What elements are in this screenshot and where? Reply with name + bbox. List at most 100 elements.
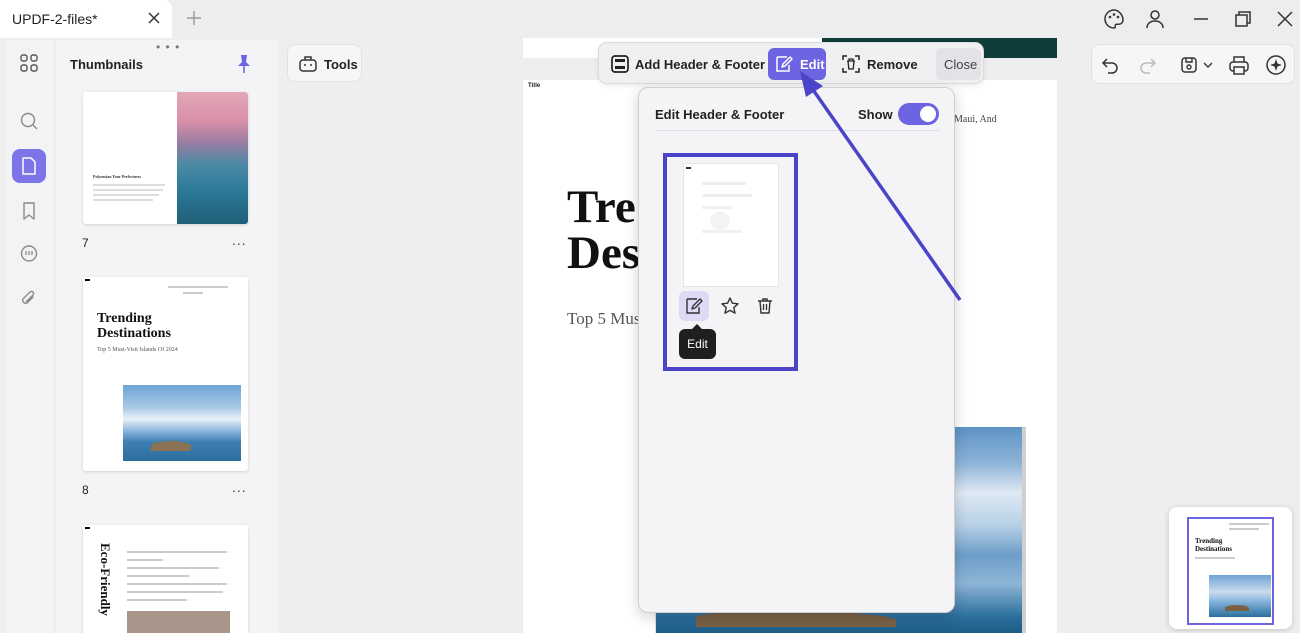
chevron-down-icon[interactable]: [1202, 55, 1214, 75]
island-image: [123, 385, 241, 461]
thumbnail-page-7[interactable]: Polynesian Your Perfectness: [83, 92, 248, 224]
rail-bookmarks[interactable]: [12, 194, 46, 228]
page-icon: [22, 157, 36, 175]
remove-icon: [842, 55, 860, 73]
text-line: [93, 184, 165, 186]
header-mark: [686, 167, 691, 169]
sunset-ocean-image: [177, 92, 248, 224]
text-line: [127, 567, 219, 569]
popover-title: Edit Header & Footer: [655, 107, 785, 122]
template-card-highlight: Edit: [663, 153, 798, 371]
remove-button[interactable]: Remove: [835, 48, 919, 80]
island-shape: [1225, 605, 1249, 611]
page-more-button[interactable]: ...: [232, 479, 247, 495]
edit-icon: [686, 298, 703, 314]
document-tab[interactable]: UPDF-2-files*: [0, 0, 172, 38]
minimize-icon[interactable]: [1189, 7, 1213, 31]
save-icon[interactable]: [1179, 55, 1199, 75]
header-footer-toolbar: Add Header & Footer Edit Remove Close: [598, 42, 984, 84]
tools-button[interactable]: Tools: [287, 44, 362, 82]
page-navigator-preview[interactable]: Trending Destinations: [1169, 507, 1292, 629]
close-header-footer-button[interactable]: Close: [936, 48, 981, 80]
thumbnail-page-9[interactable]: Eco-Friendly: [83, 525, 248, 633]
text-line: [127, 575, 189, 577]
navigator-title: Trending Destinations: [1195, 537, 1232, 553]
divider: [655, 130, 939, 131]
restore-icon[interactable]: [1231, 7, 1255, 31]
add-header-footer-button[interactable]: Add Header & Footer: [604, 48, 766, 80]
text-line: [127, 591, 223, 593]
undo-icon[interactable]: [1100, 55, 1120, 75]
island-thumb: [1209, 575, 1271, 617]
edit-label: Edit: [800, 57, 825, 72]
text-line: [93, 194, 159, 196]
text-line: [127, 599, 187, 601]
new-tab-icon[interactable]: [184, 8, 204, 28]
edit-tooltip: Edit: [679, 324, 716, 359]
page-number: 7: [82, 236, 89, 250]
pin-icon[interactable]: [235, 54, 253, 74]
text-line: [127, 551, 227, 553]
panel-drag-handle[interactable]: • • •: [156, 40, 180, 54]
rail-search[interactable]: [12, 104, 46, 138]
thumb-heading: Polynesian Your Perfectness: [93, 174, 141, 179]
grid-icon: [20, 54, 38, 72]
rail-thumbnails-grid[interactable]: [12, 46, 46, 80]
left-rail: [6, 40, 53, 633]
faded-shape: [710, 212, 730, 230]
close-window-icon[interactable]: [1273, 7, 1297, 31]
comment-icon: [20, 245, 38, 262]
header-right-text: Maui, And: [954, 114, 997, 125]
page-more-button[interactable]: ...: [232, 232, 247, 248]
redo-icon[interactable]: [1138, 55, 1158, 75]
trash-icon: [758, 298, 772, 314]
landscape-image: [127, 611, 230, 633]
thumbnail-page-8[interactable]: Trending Destinations Top 5 Must-Visit I…: [83, 277, 248, 471]
thumb-subtitle: Top 5 Must-Visit Islands Of 2024: [97, 347, 178, 353]
bookmark-icon: [23, 202, 35, 220]
template-edit-button[interactable]: [679, 291, 709, 321]
faded-line: [702, 194, 752, 197]
faded-line: [702, 206, 732, 209]
text-line: [127, 559, 163, 561]
template-delete-button[interactable]: [750, 291, 780, 321]
tab-bar: UPDF-2-files*: [0, 0, 1300, 38]
print-icon[interactable]: [1228, 54, 1250, 76]
text-line: [93, 199, 153, 201]
island-shape: [696, 611, 896, 627]
close-tab-icon[interactable]: [144, 8, 164, 28]
search-icon: [20, 112, 38, 130]
page-number: 8: [82, 483, 89, 497]
template-favorite-button[interactable]: [715, 291, 745, 321]
header-mark: [85, 527, 90, 529]
rail-attachments[interactable]: [12, 282, 46, 316]
right-toolbar: [1091, 44, 1295, 84]
header-title-tag: Title: [528, 83, 541, 89]
document-subtitle: Top 5 Mus: [567, 309, 641, 328]
edit-button[interactable]: Edit: [768, 48, 826, 80]
user-icon[interactable]: [1143, 7, 1167, 31]
faded-line: [702, 230, 742, 233]
rail-comments[interactable]: [12, 237, 46, 271]
thumbnails-panel: • • • Thumbnails Polynesian Your Perfect…: [56, 40, 278, 633]
close-label: Close: [944, 57, 978, 72]
thumb-heading: Eco-Friendly: [98, 543, 113, 616]
show-label: Show: [858, 107, 893, 122]
text-line: [1195, 557, 1235, 559]
show-toggle[interactable]: [898, 103, 939, 125]
add-header-footer-label: Add Header & Footer: [635, 57, 766, 72]
edit-header-footer-popover: Edit Header & Footer Show Edit: [638, 87, 955, 613]
header-mark: [85, 279, 90, 281]
faded-line: [702, 182, 746, 185]
palette-icon[interactable]: [1102, 7, 1126, 31]
rail-pages[interactable]: [12, 149, 46, 183]
header-text-line: [1229, 523, 1269, 525]
edit-icon: [776, 56, 793, 72]
ai-assistant-icon[interactable]: [1264, 53, 1288, 77]
header-text-line: [168, 286, 228, 288]
template-thumbnail[interactable]: [683, 163, 779, 287]
thumbnails-title: Thumbnails: [70, 57, 143, 72]
header-text-line: [1229, 528, 1259, 530]
header-footer-icon: [611, 55, 629, 73]
toolbox-icon: [299, 56, 317, 72]
